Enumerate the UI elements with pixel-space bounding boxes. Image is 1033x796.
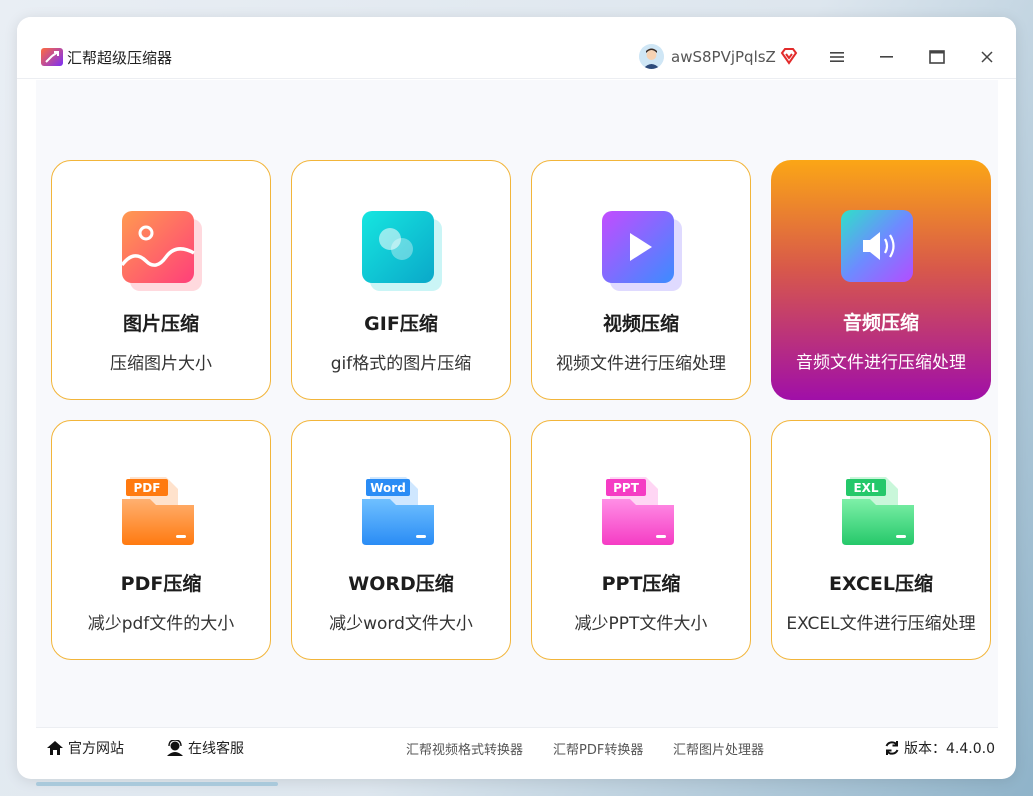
user-avatar[interactable] <box>639 44 664 69</box>
ppt-badge: PPT <box>613 481 640 495</box>
card-desc: 减少pdf文件的大小 <box>87 614 235 634</box>
card-excel-compress[interactable]: EXL EXCEL压缩 EXCEL文件进行压缩处理 <box>771 420 991 660</box>
word-folder-icon: Word <box>360 469 444 553</box>
pdf-folder-icon: PDF <box>120 469 204 553</box>
official-website-label: 官方网站 <box>68 741 124 757</box>
menu-button[interactable] <box>823 43 851 71</box>
minimize-button[interactable] <box>873 43 901 71</box>
card-image-compress[interactable]: 图片压缩 压缩图片大小 <box>51 160 271 400</box>
title-bar: 汇帮超级压缩器 awS8PVjPqlsZ <box>17 17 1016 79</box>
card-desc: EXCEL文件进行压缩处理 <box>786 614 976 634</box>
online-support-link[interactable]: 在线客服 <box>166 738 244 758</box>
close-button[interactable] <box>973 43 1001 71</box>
refresh-icon <box>885 741 899 755</box>
card-title: PDF压缩 <box>120 573 202 595</box>
video-play-icon <box>600 209 684 293</box>
excel-folder-icon: EXL <box>840 469 924 553</box>
card-title: GIF压缩 <box>364 313 438 335</box>
hamburger-icon <box>830 52 844 62</box>
close-icon <box>981 51 993 63</box>
excel-badge: EXL <box>853 481 878 495</box>
version-info[interactable]: 版本：4.4.0.0 <box>884 738 995 758</box>
card-desc: 音频文件进行压缩处理 <box>796 353 966 373</box>
minimize-icon <box>880 56 893 58</box>
maximize-icon <box>929 50 945 64</box>
card-pdf-compress[interactable]: PDF PDF压缩 减少pdf文件的大小 <box>51 420 271 660</box>
footer-link-pdf-converter[interactable]: 汇帮PDF转换器 <box>553 739 643 758</box>
app-title: 汇帮超级压缩器 <box>67 49 173 67</box>
card-title: 图片压缩 <box>122 313 199 335</box>
word-badge: Word <box>370 481 406 495</box>
card-word-compress[interactable]: Word WORD压缩 减少word文件大小 <box>291 420 511 660</box>
version-label: 版本：4.4.0.0 <box>904 741 995 757</box>
app-window: 汇帮超级压缩器 awS8PVjPqlsZ 图片压缩 压缩图片大小 GIF压缩 g… <box>17 17 1016 779</box>
official-website-link[interactable]: 官方网站 <box>46 738 124 758</box>
card-title: WORD压缩 <box>348 573 454 595</box>
support-agent-icon <box>167 740 183 756</box>
maximize-button[interactable] <box>923 43 951 71</box>
card-title: EXCEL压缩 <box>829 573 933 595</box>
online-support-label: 在线客服 <box>188 741 244 757</box>
card-gif-compress[interactable]: GIF压缩 gif格式的图片压缩 <box>291 160 511 400</box>
card-desc: 视频文件进行压缩处理 <box>556 354 726 374</box>
pdf-badge: PDF <box>134 481 161 495</box>
footer-bar: 官方网站 在线客服 汇帮视频格式转换器 汇帮PDF转换器 汇帮图片处理器 版本：… <box>36 727 998 763</box>
card-audio-compress[interactable]: 音频压缩 音频文件进行压缩处理 <box>771 160 991 400</box>
home-icon <box>47 741 63 755</box>
card-desc: gif格式的图片压缩 <box>330 354 472 374</box>
card-ppt-compress[interactable]: PPT PPT压缩 减少PPT文件大小 <box>531 420 751 660</box>
username[interactable]: awS8PVjPqlsZ <box>671 48 776 66</box>
card-title: 视频压缩 <box>602 313 679 335</box>
card-title: PPT压缩 <box>601 573 681 595</box>
card-title: 音频压缩 <box>842 312 919 334</box>
tool-grid: 图片压缩 压缩图片大小 GIF压缩 gif格式的图片压缩 视频压缩 视频文件进行… <box>36 80 998 727</box>
card-video-compress[interactable]: 视频压缩 视频文件进行压缩处理 <box>531 160 751 400</box>
ppt-folder-icon: PPT <box>600 469 684 553</box>
vip-diamond-icon[interactable] <box>780 47 798 65</box>
card-desc: 压缩图片大小 <box>110 354 212 374</box>
image-icon <box>120 209 204 293</box>
footer-link-video-converter[interactable]: 汇帮视频格式转换器 <box>406 739 523 758</box>
gif-icon <box>360 209 444 293</box>
speaker-icon <box>839 208 923 292</box>
card-desc: 减少PPT文件大小 <box>574 614 708 634</box>
horizontal-scrollbar[interactable] <box>36 782 278 786</box>
footer-link-image-processor[interactable]: 汇帮图片处理器 <box>673 739 764 758</box>
card-desc: 减少word文件大小 <box>329 614 473 634</box>
app-logo-icon <box>41 48 63 66</box>
